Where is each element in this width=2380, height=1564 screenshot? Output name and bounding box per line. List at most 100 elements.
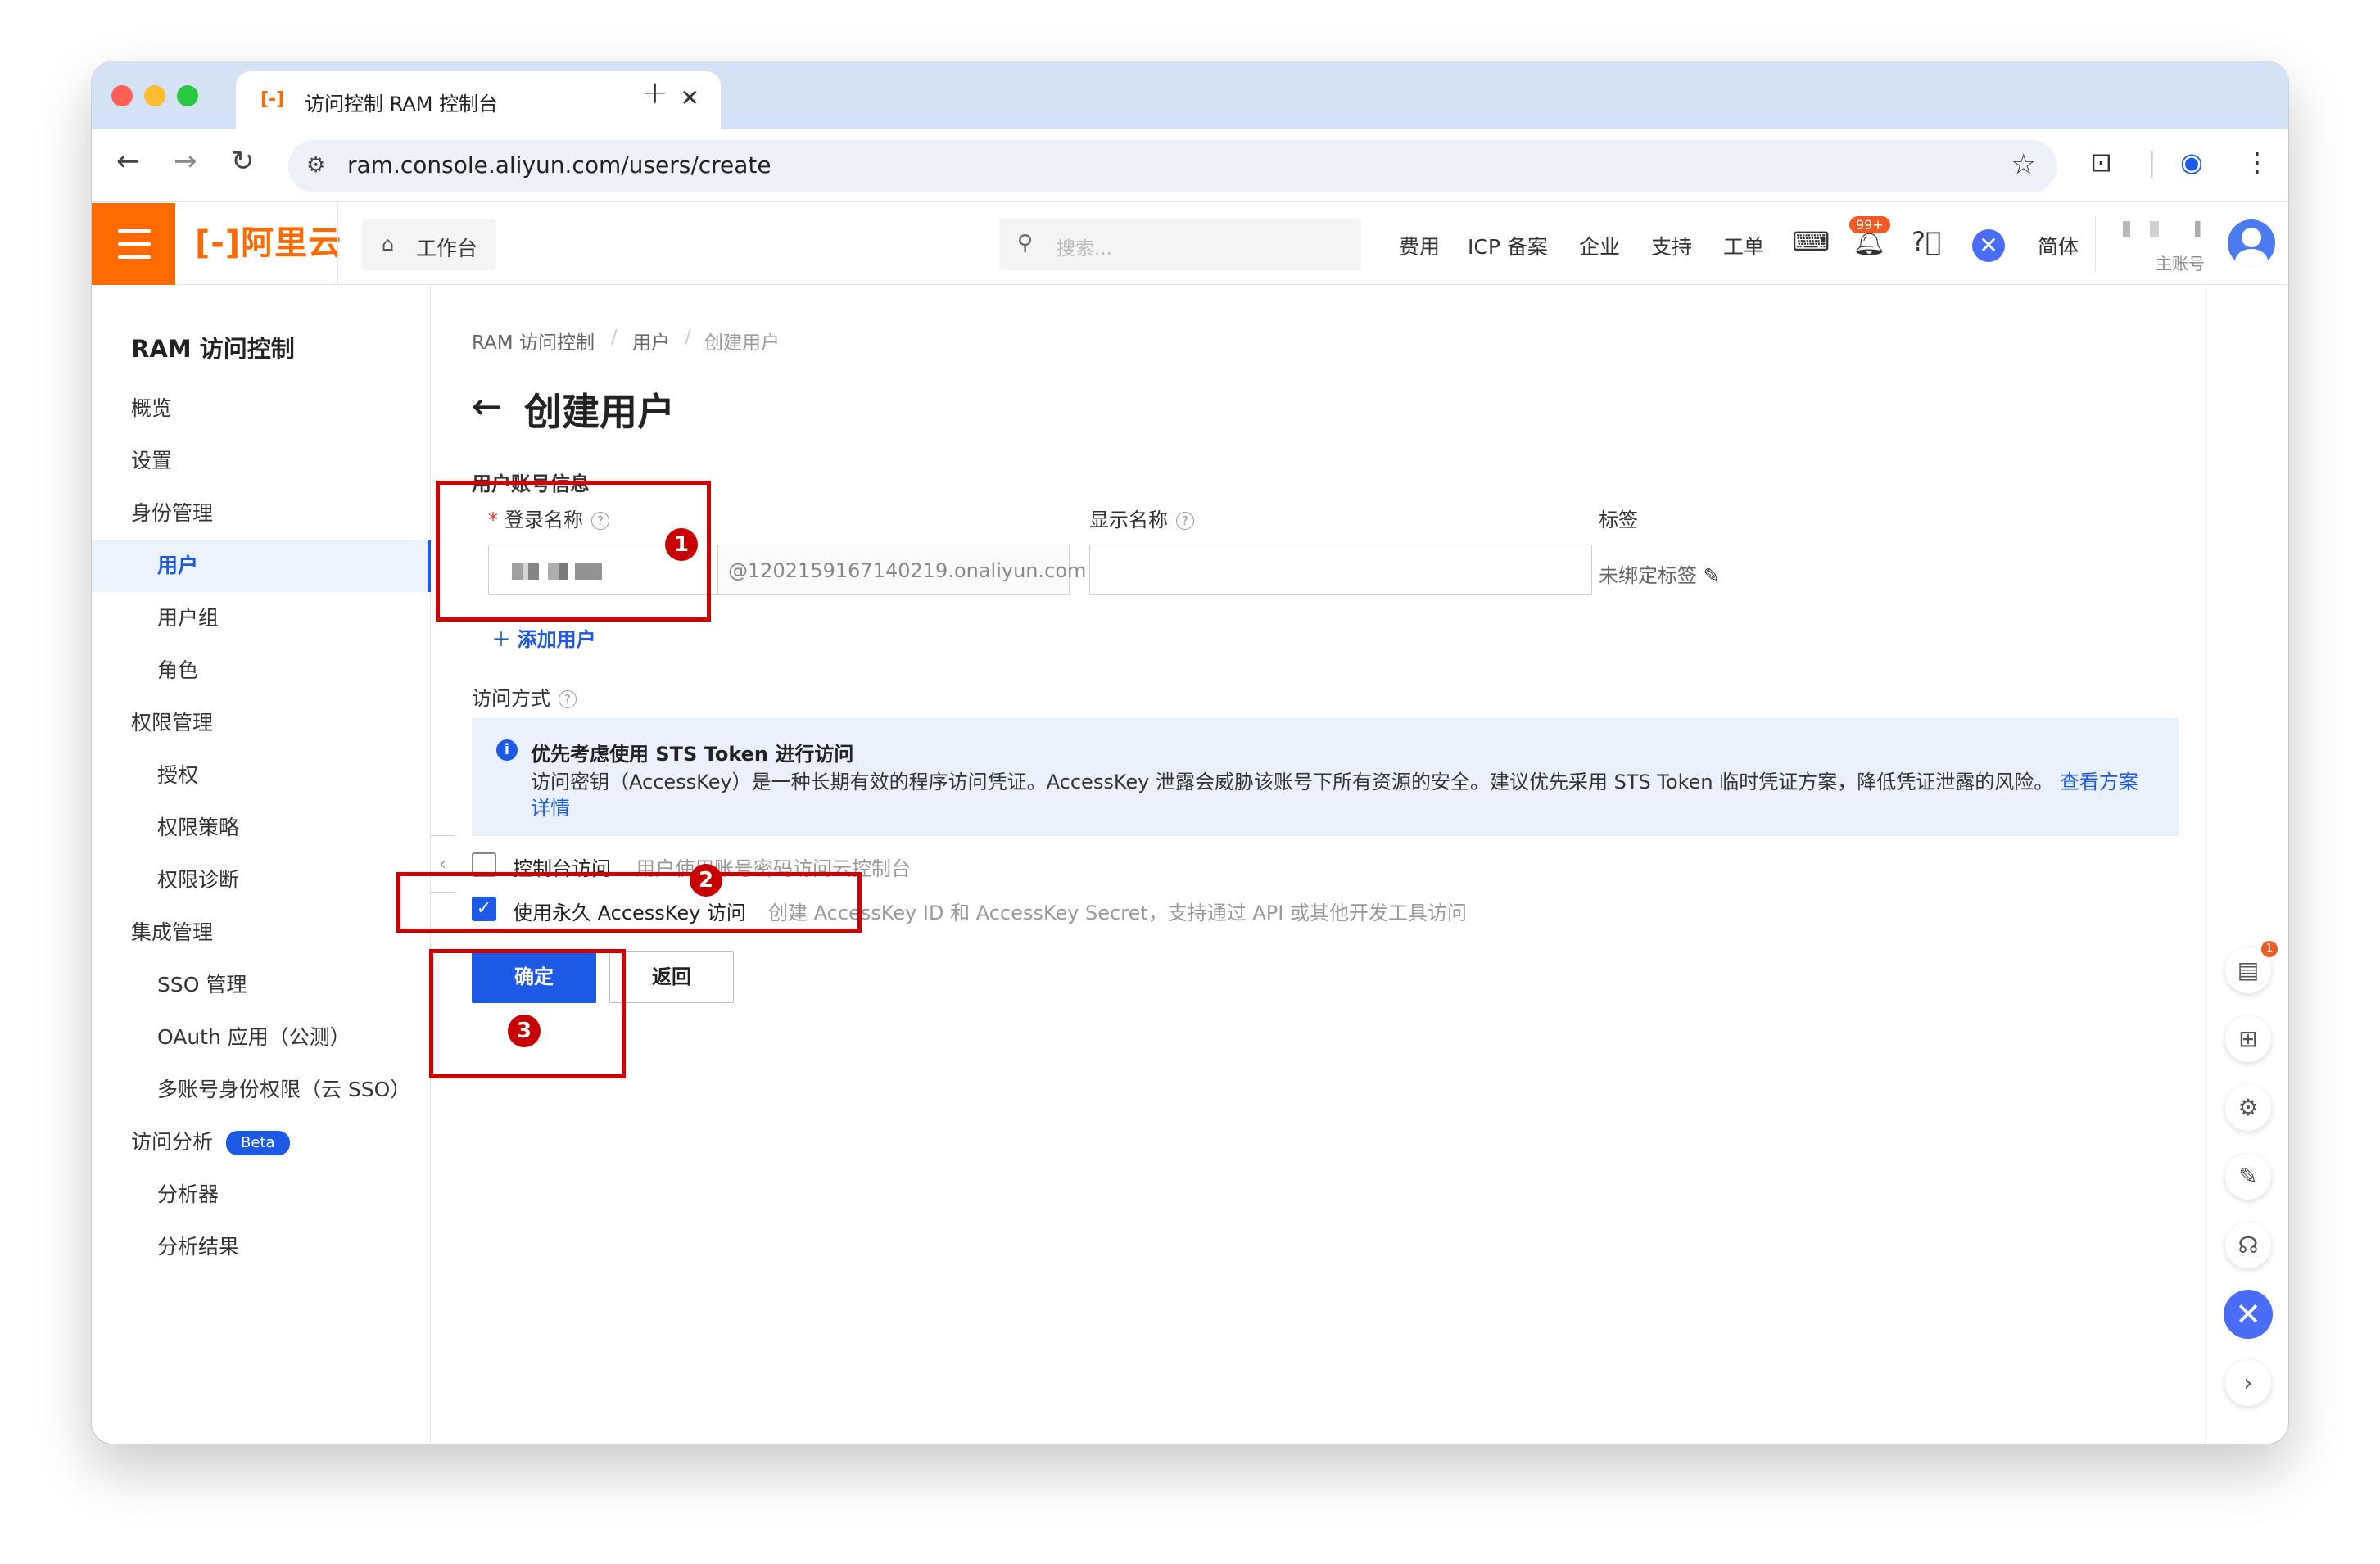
tab-strip: [-] 访问控制 RAM 控制台 ✕ + [92,61,2288,129]
forward-icon[interactable]: → [174,145,197,178]
help-icon[interactable]: ?⃝ [1912,226,1941,257]
browser-toolbar: ← → ↻ ⚙ ram.console.aliyun.com/users/cre… [92,129,2288,202]
breadcrumb-ram[interactable]: RAM 访问控制 [472,327,595,355]
sidebar-item-grants[interactable]: 授权 [92,749,431,802]
aliyun-logo-icon: [-] [260,89,285,110]
sidebar-item-analysis-results[interactable]: 分析结果 [92,1221,431,1273]
bookmark-star-icon[interactable]: ☆ [2011,148,2036,181]
display-name-label: 显示名称? [1089,504,1194,532]
chevron-right-icon[interactable]: › [2225,1360,2271,1406]
display-name-input[interactable] [1089,545,1592,595]
ai-assistant-icon[interactable]: ✕ [2224,1290,2273,1339]
aliyun-brand-logo[interactable]: [-]阿里云 [195,223,342,264]
nav-enterprise[interactable]: 企业 [1579,231,1620,260]
sidebar-item-label: OAuth 应用（公测） [157,1025,351,1049]
notification-badge: 99+ [1849,216,1890,233]
close-tab-icon[interactable]: ✕ [681,84,699,111]
workbench-label: 工作台 [416,237,478,260]
sidebar-item-user-groups[interactable]: 用户组 [92,592,431,644]
sidebar-item-label: 集成管理 [131,920,214,944]
url-text: ram.console.aliyun.com/users/create [347,151,771,179]
console-search-input[interactable]: ⚲ 搜索... [999,218,1361,270]
help-icon: ? [1176,512,1194,530]
nav-billing[interactable]: 费用 [1399,231,1440,260]
sidebar-group-permissions[interactable]: 权限管理 [92,697,431,749]
beta-badge: Beta [226,1131,290,1155]
account-type-label: 主账号 [2156,254,2205,273]
back-icon[interactable]: ← [116,145,140,178]
sidebar-group-analysis[interactable]: 访问分析 Beta [92,1116,431,1168]
sidebar-item-oauth[interactable]: OAuth 应用（公测） [92,1011,431,1064]
page-search-icon[interactable]: ⊡ [2090,147,2112,178]
home-icon: ⌂ [382,233,395,255]
sidebar-item-overview[interactable]: 概览 [92,382,431,435]
breadcrumb-separator: / [685,327,691,348]
reload-icon[interactable]: ↻ [231,145,255,178]
language-switch[interactable]: 简体 [2038,231,2079,260]
sidebar-item-label: SSO 管理 [157,973,247,997]
sidebar-item-label: 权限诊断 [157,868,240,892]
annotation-number-3: 3 [508,1015,541,1047]
document-badge: 1 [2261,941,2278,957]
minimize-window-button[interactable] [144,85,165,106]
new-tab-button[interactable]: + [642,75,668,111]
search-placeholder: 搜索... [1057,238,1112,260]
annotation-box-2 [396,872,862,933]
edit-pen-icon[interactable]: ✎ [2225,1154,2271,1200]
headset-support-icon[interactable]: ☊ [2225,1223,2271,1268]
sidebar-item-users[interactable]: 用户 [92,540,431,592]
sidebar-item-roles[interactable]: 角色 [92,644,431,697]
settings-gear-icon[interactable]: ⚙ [2225,1085,2271,1131]
address-bar[interactable]: ⚙ ram.console.aliyun.com/users/create ☆ [288,140,2057,192]
back-arrow-icon[interactable]: ← [472,386,502,427]
add-user-button[interactable]: ＋ 添加用户 [491,623,596,652]
profile-icon[interactable]: ◉ [2180,147,2203,178]
workbench-button[interactable]: ⌂ 工作台 [362,219,496,270]
sidebar-item-label: 身份管理 [131,501,214,525]
access-method-label: 访问方式? [472,682,577,711]
api-icon[interactable]: ⊞ [2225,1016,2271,1062]
menu-dots-icon[interactable]: ⋮ [2244,147,2270,178]
annotation-box-3 [429,949,626,1078]
menu-hamburger-icon[interactable] [92,203,175,285]
maximize-window-button[interactable] [177,85,198,106]
console-topbar: [-]阿里云 ⌂ 工作台 ⚲ 搜索... 费用 ICP 备案 企业 支持 工单 … [92,203,2288,285]
page-title: 创建用户 [524,390,675,434]
nav-support[interactable]: 支持 [1651,231,1692,260]
sidebar-item-label: 访问分析 [131,1130,214,1154]
back-button[interactable]: 返回 [609,951,734,1003]
view-solution-link[interactable]: 查看方案 [2060,771,2138,793]
ai-assistant-icon[interactable]: ✕ [1972,229,2005,262]
avatar[interactable] [2228,219,2275,267]
annotation-number-1: 1 [665,528,698,561]
sidebar-item-label: 权限管理 [131,711,214,735]
close-window-button[interactable] [111,85,133,106]
nav-icp[interactable]: ICP 备案 [1468,231,1548,260]
details-link[interactable]: 详情 [531,792,570,820]
browser-window: [-] 访问控制 RAM 控制台 ✕ + ← → ↻ ⚙ ram.console… [92,61,2288,1444]
accesskey-access-desc: 创建 AccessKey ID 和 AccessKey Secret，支持通过 … [768,902,1467,924]
right-tool-rail: ▤ 1 ⊞ ⚙ ✎ ☊ ✕ › [2205,286,2288,1444]
sidebar-item-cloud-sso[interactable]: 多账号身份权限（云 SSO） [92,1064,431,1116]
sidebar-group-integration[interactable]: 集成管理 [92,906,431,959]
sidebar-item-analyzer[interactable]: 分析器 [92,1168,431,1221]
edit-tag-icon[interactable]: ✎ [1704,564,1720,587]
site-settings-icon[interactable]: ⚙ [306,153,325,178]
breadcrumb-users[interactable]: 用户 [632,327,670,355]
sidebar-group-identity[interactable]: 身份管理 [92,487,431,540]
sidebar-item-policies[interactable]: 权限策略 [92,802,431,854]
sidebar-item-label: 设置 [131,449,173,472]
sts-recommendation-alert: i 优先考虑使用 STS Token 进行访问 访问密钥（AccessKey）是… [472,718,2179,836]
sidebar-item-settings[interactable]: 设置 [92,435,431,487]
sidebar-item-sso[interactable]: SSO 管理 [92,959,431,1011]
sidebar-item-label: 权限策略 [157,816,240,839]
sidebar-item-diagnosis[interactable]: 权限诊断 [92,854,431,906]
sidebar-item-label: 用户 [157,554,199,577]
nav-ticket[interactable]: 工单 [1723,231,1764,260]
info-icon: i [496,739,518,761]
cloud-shell-icon[interactable]: ⌨ [1792,226,1830,257]
sidebar-item-label: 授权 [157,763,199,787]
login-domain-suffix: @1202159167140219.onaliyun.com [717,545,1086,595]
topbar-divider [2095,216,2096,272]
sidebar-item-label: 分析器 [157,1182,219,1206]
